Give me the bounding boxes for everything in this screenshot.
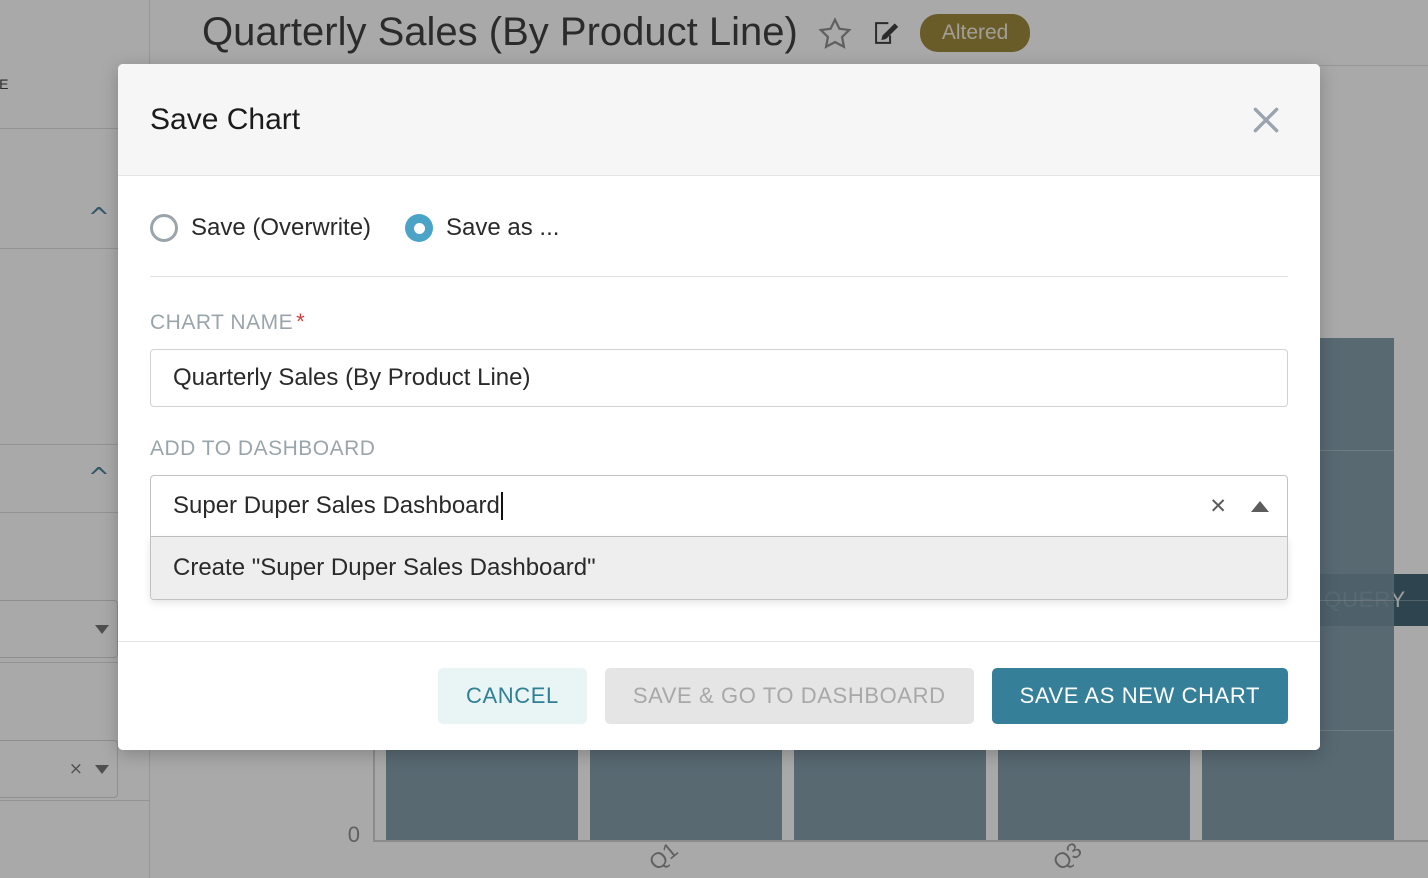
required-asterisk: * <box>296 309 306 334</box>
radio-save-as[interactable]: Save as ... <box>405 214 559 242</box>
chevron-up-icon[interactable] <box>1251 500 1269 512</box>
dashboard-dropdown-menu: Create "Super Duper Sales Dashboard" <box>150 537 1288 600</box>
dashboard-select-wrapper: Super Duper Sales Dashboard ✕ Create "Su… <box>150 475 1288 600</box>
save-as-new-chart-button[interactable]: SAVE AS NEW CHART <box>991 668 1288 724</box>
chart-name-input[interactable] <box>150 349 1288 407</box>
cancel-button[interactable]: CANCEL <box>437 668 587 724</box>
chart-name-label: CHART NAME * <box>150 309 1288 335</box>
save-and-go-to-dashboard-button: SAVE & GO TO DASHBOARD <box>604 668 974 724</box>
radio-checked-icon <box>405 214 434 242</box>
dashboard-select-value: Super Duper Sales Dashboard <box>173 492 500 519</box>
dashboard-select-actions: ✕ <box>1209 476 1269 536</box>
text-cursor <box>500 492 503 520</box>
modal-title: Save Chart <box>150 102 301 136</box>
modal-header: Save Chart <box>118 64 1320 176</box>
close-modal-button[interactable] <box>1244 98 1288 142</box>
radio-save-overwrite[interactable]: Save (Overwrite) <box>150 214 371 242</box>
save-chart-modal: Save Chart Save (Overwrite) Save as ... <box>118 64 1320 750</box>
radio-save-as-label: Save as ... <box>446 214 560 241</box>
dropdown-option-create-dashboard[interactable]: Create "Super Duper Sales Dashboard" <box>151 537 1287 599</box>
clear-dashboard-button[interactable]: ✕ <box>1209 495 1227 517</box>
add-to-dashboard-label: ADD TO DASHBOARD <box>150 437 376 460</box>
add-to-dashboard-field-group: ADD TO DASHBOARD Super Duper Sales Dashb… <box>150 437 1288 600</box>
chart-name-field-group: CHART NAME * <box>150 309 1288 407</box>
modal-footer: CANCEL SAVE & GO TO DASHBOARD SAVE AS NE… <box>118 641 1320 750</box>
modal-body: Save (Overwrite) Save as ... CHART NAME *… <box>118 176 1320 605</box>
section-divider <box>150 276 1288 277</box>
close-icon <box>1253 107 1279 132</box>
chart-name-label-text: CHART NAME <box>150 311 294 334</box>
radio-save-overwrite-label: Save (Overwrite) <box>191 214 372 241</box>
save-mode-radio-group: Save (Overwrite) Save as ... <box>150 214 1288 242</box>
dashboard-select-input[interactable]: Super Duper Sales Dashboard ✕ <box>150 475 1288 537</box>
screen-root: Quarterly Sales (By Product Line) Altere… <box>0 0 1428 878</box>
radio-unchecked-icon <box>150 214 178 242</box>
